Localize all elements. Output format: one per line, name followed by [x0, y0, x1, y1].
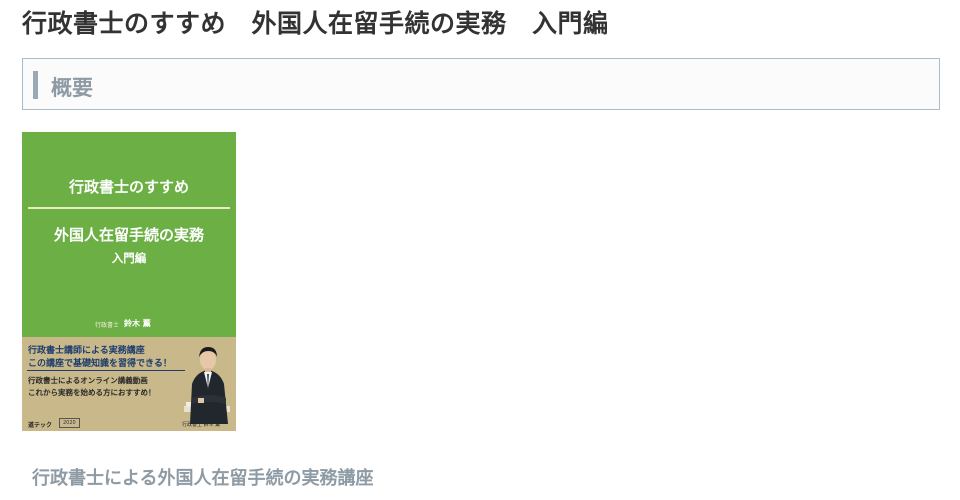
cover-tagline-2: この講座で基礎知識を習得できる！ — [28, 359, 172, 369]
cover-divider — [28, 207, 230, 209]
cover-tagline-4: これから実務を始める方におすすめ！ — [28, 388, 156, 397]
cover-top-panel: 行政書士のすすめ 外国人在留手続の実務 入門編 行政書士 鈴木 薫 — [22, 132, 236, 337]
cover-author-role: 行政書士 — [95, 322, 120, 329]
cover-edition: 入門編 — [111, 251, 147, 265]
cover-tagline-3: 行政書士によるオンライン講義動画 — [28, 376, 148, 385]
author-photo — [184, 347, 230, 424]
section-header: 概要 — [22, 58, 940, 110]
section-title: 概要 — [51, 76, 93, 100]
section-accent-bar — [33, 71, 38, 99]
cover-tagline-1: 行政書士講師による実務講座 — [28, 346, 145, 356]
cover-subtitle: 外国人在留手続の実務 — [53, 226, 204, 244]
cover-code-badge: 2020 — [59, 418, 80, 428]
book-cover-image[interactable]: 行政書士のすすめ 外国人在留手続の実務 入門編 行政書士 鈴木 薫 行政書士講師… — [22, 132, 236, 431]
cover-publisher: 道テック — [28, 422, 53, 429]
cover-title: 行政書士のすすめ — [68, 178, 189, 196]
cover-tagline-divider — [27, 370, 185, 371]
page-title: 行政書士のすすめ 外国人在留手続の実務 入門編 — [22, 9, 609, 38]
course-caption-link[interactable]: 行政書士による外国人在留手続の実務講座 — [32, 464, 373, 490]
cover-author-name: 鈴木 薫 — [124, 319, 151, 328]
